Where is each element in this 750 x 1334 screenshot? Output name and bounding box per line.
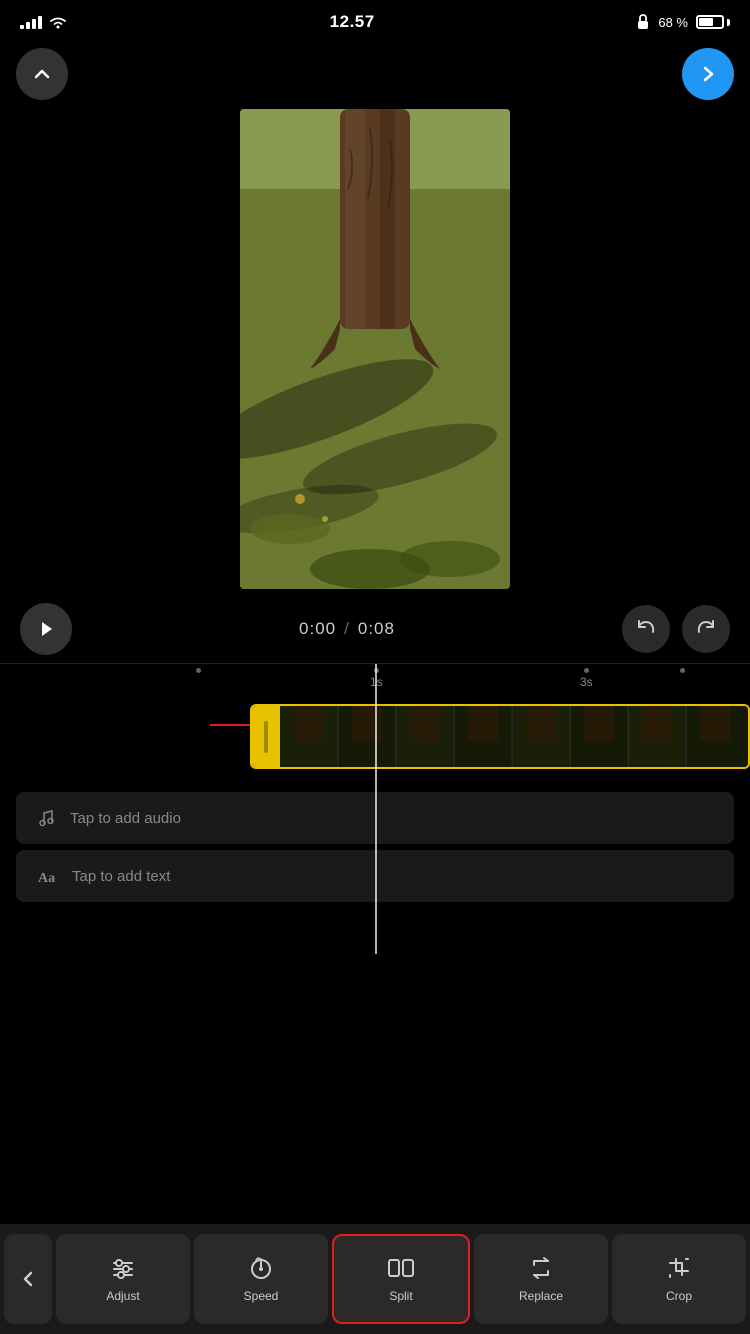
status-bar: 12.57 68 % — [0, 0, 750, 44]
toolbar-crop-button[interactable]: Crop — [612, 1234, 746, 1324]
add-audio-track[interactable]: Tap to add audio — [16, 792, 734, 844]
speed-icon — [248, 1255, 274, 1281]
svg-text:Aa: Aa — [38, 871, 55, 886]
music-note-icon — [36, 808, 56, 828]
status-right: 68 % — [636, 14, 730, 30]
adjust-label: Adjust — [106, 1289, 139, 1303]
bottom-toolbar: Adjust Speed Split Replace — [0, 1224, 750, 1334]
ruler-mark-1s: 1s — [370, 668, 383, 689]
undo-button[interactable] — [622, 605, 670, 653]
status-left — [20, 15, 68, 29]
chevron-left-icon — [18, 1269, 38, 1289]
toolbar-replace-button[interactable]: Replace — [474, 1234, 608, 1324]
redo-button[interactable] — [682, 605, 730, 653]
timecode: 0:00 / 0:08 — [299, 619, 395, 639]
track-thumbnails — [280, 706, 748, 767]
toolbar-adjust-button[interactable]: Adjust — [56, 1234, 190, 1324]
back-button[interactable] — [16, 48, 68, 100]
replace-label: Replace — [519, 1289, 563, 1303]
toolbar-split-button[interactable]: Split — [332, 1234, 470, 1324]
track-left-handle[interactable] — [252, 706, 280, 767]
crop-icon — [666, 1255, 692, 1281]
ruler-dot-end — [680, 668, 685, 675]
add-text-label: Tap to add text — [72, 868, 170, 885]
add-audio-label: Tap to add audio — [70, 810, 181, 827]
header-row — [0, 44, 750, 104]
timeline-section: 1s 3s — [0, 664, 750, 954]
video-preview-area — [0, 104, 750, 594]
battery-percent: 68 % — [658, 15, 688, 30]
video-canvas — [240, 109, 510, 589]
video-timeline-track[interactable] — [250, 704, 750, 769]
crop-label: Crop — [666, 1289, 692, 1303]
timecode-separator: / — [344, 619, 350, 639]
total-time: 0:08 — [358, 619, 395, 639]
add-text-track[interactable]: Aa Tap to add text — [16, 850, 734, 902]
timeline-track-container — [0, 704, 750, 784]
video-frame — [240, 109, 510, 589]
playback-side-buttons — [622, 605, 730, 653]
wifi-icon — [48, 15, 68, 29]
ruler-dot-0 — [196, 668, 201, 675]
signal-bars-icon — [20, 16, 42, 29]
next-button[interactable] — [682, 48, 734, 100]
status-time: 12.57 — [330, 12, 375, 32]
speed-label: Speed — [244, 1289, 279, 1303]
ruler-mark-3s: 3s — [580, 668, 593, 689]
split-label: Split — [389, 1289, 412, 1303]
toolbar-speed-button[interactable]: Speed — [194, 1234, 328, 1324]
toolbar-back-button[interactable] — [4, 1234, 52, 1324]
current-time: 0:00 — [299, 619, 336, 639]
sliders-icon — [110, 1255, 136, 1281]
battery-icon — [696, 15, 730, 29]
playback-controls: 0:00 / 0:08 — [0, 594, 750, 664]
play-button[interactable] — [20, 603, 72, 655]
timeline-ruler: 1s 3s — [0, 664, 750, 694]
lock-icon — [636, 14, 650, 30]
text-icon: Aa — [36, 866, 58, 886]
replace-icon — [528, 1255, 554, 1281]
split-icon — [387, 1255, 415, 1281]
